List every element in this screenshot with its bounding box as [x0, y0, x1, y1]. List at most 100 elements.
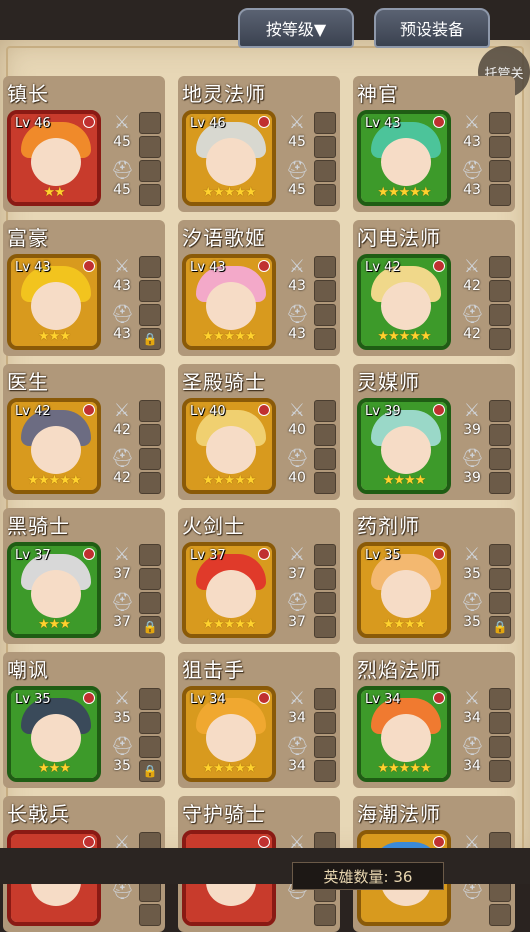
hero-portrait[interactable]: Lv 46 ★★★★★	[182, 110, 276, 206]
equipment-slot[interactable]	[314, 184, 336, 206]
equipment-slot[interactable]	[314, 160, 336, 182]
weapon-stat[interactable]: ⚔ 37	[284, 544, 310, 582]
equipment-slot[interactable]	[489, 592, 511, 614]
equipment-slot[interactable]	[139, 280, 161, 302]
weapon-stat[interactable]: ⚔ 45	[284, 112, 310, 150]
hero-portrait[interactable]: Lv 40 ★★★★★	[182, 398, 276, 494]
equipment-slot[interactable]	[489, 544, 511, 566]
equipment-slot[interactable]	[489, 280, 511, 302]
equipment-slot[interactable]	[314, 616, 336, 638]
armor-stat[interactable]: ⛑ 39	[459, 448, 485, 486]
hero-card[interactable]: 圣殿骑士 Lv 40 ★★★★★ ⚔ 40 ⛑ 40	[178, 364, 340, 500]
hero-card[interactable]: 火剑士 Lv 37 ★★★★★ ⚔ 37 ⛑ 37	[178, 508, 340, 644]
equipment-slot[interactable]	[489, 712, 511, 734]
equipment-slot[interactable]	[314, 400, 336, 422]
weapon-stat[interactable]: ⚔ 35	[109, 688, 135, 726]
hero-card[interactable]: 富豪 Lv 43 ★★★ ⚔ 43 ⛑ 43 🔒	[3, 220, 165, 356]
equipment-slot[interactable]	[314, 424, 336, 446]
weapon-stat[interactable]: ⚔ 37	[109, 544, 135, 582]
equipment-slot[interactable]	[314, 280, 336, 302]
equipment-slot[interactable]: 🔒	[489, 616, 511, 638]
equipment-slot[interactable]	[139, 400, 161, 422]
hero-card[interactable]: 闪电法师 Lv 42 ★★★★★ ⚔ 42 ⛑ 42	[353, 220, 515, 356]
armor-stat[interactable]: ⛑ 45	[109, 160, 135, 198]
weapon-stat[interactable]: ⚔ 42	[109, 400, 135, 438]
weapon-stat[interactable]: ⚔ 43	[284, 256, 310, 294]
armor-stat[interactable]: ⛑ 37	[284, 592, 310, 630]
hero-card[interactable]: 嘲讽 Lv 35 ★★★ ⚔ 35 ⛑ 35 🔒	[3, 652, 165, 788]
equipment-slot[interactable]	[489, 256, 511, 278]
equipment-slot[interactable]	[139, 112, 161, 134]
armor-stat[interactable]: ⛑ 43	[459, 160, 485, 198]
hero-portrait[interactable]: Lv 37 ★★★	[7, 542, 101, 638]
equipment-slot[interactable]	[489, 472, 511, 494]
hero-card[interactable]: 烈焰法师 Lv 34 ★★★★★ ⚔ 34 ⛑ 34	[353, 652, 515, 788]
equipment-slot[interactable]	[314, 112, 336, 134]
hero-card[interactable]: 镇长 Lv 46 ★★ ⚔ 45 ⛑ 45	[3, 76, 165, 212]
equipment-slot[interactable]	[314, 448, 336, 470]
equipment-slot[interactable]	[139, 544, 161, 566]
hero-portrait[interactable]: Lv 42 ★★★★★	[357, 254, 451, 350]
hero-portrait[interactable]: Lv 43 ★★★★★	[357, 110, 451, 206]
hero-portrait[interactable]: Lv 42 ★★★★★	[7, 398, 101, 494]
equipment-slot[interactable]	[139, 184, 161, 206]
hero-portrait[interactable]: Lv 34 ★★★★★	[182, 686, 276, 782]
armor-stat[interactable]: ⛑ 42	[109, 448, 135, 486]
equipment-slot[interactable]	[489, 904, 511, 926]
armor-stat[interactable]: ⛑ 45	[284, 160, 310, 198]
hero-card[interactable]: 黑骑士 Lv 37 ★★★ ⚔ 37 ⛑ 37 🔒	[3, 508, 165, 644]
equipment-slot[interactable]	[139, 160, 161, 182]
hero-card[interactable]: 狙击手 Lv 34 ★★★★★ ⚔ 34 ⛑ 34	[178, 652, 340, 788]
equipment-slot[interactable]	[139, 304, 161, 326]
equipment-slot[interactable]	[314, 136, 336, 158]
equipment-slot[interactable]: 🔒	[139, 328, 161, 350]
equipment-slot[interactable]	[314, 256, 336, 278]
hero-portrait[interactable]: Lv 35 ★★★★	[357, 542, 451, 638]
hero-portrait[interactable]: Lv 43 ★★★★★	[182, 254, 276, 350]
weapon-stat[interactable]: ⚔ 42	[459, 256, 485, 294]
equipment-slot[interactable]	[139, 136, 161, 158]
equipment-slot[interactable]	[489, 184, 511, 206]
armor-stat[interactable]: ⛑ 34	[459, 736, 485, 774]
equipment-slot[interactable]	[314, 712, 336, 734]
equipment-slot[interactable]	[314, 688, 336, 710]
armor-stat[interactable]: ⛑ 43	[109, 304, 135, 342]
equipment-slot[interactable]	[139, 424, 161, 446]
hero-portrait[interactable]: Lv 34 ★★★★★	[357, 686, 451, 782]
equipment-slot[interactable]	[489, 760, 511, 782]
weapon-stat[interactable]: ⚔ 34	[459, 688, 485, 726]
weapon-stat[interactable]: ⚔ 34	[284, 688, 310, 726]
equipment-slot[interactable]	[139, 904, 161, 926]
equipment-slot[interactable]	[489, 400, 511, 422]
armor-stat[interactable]: ⛑ 42	[459, 304, 485, 342]
sort-by-level-button[interactable]: 按等级▼	[238, 8, 354, 48]
equipment-slot[interactable]	[489, 112, 511, 134]
equipment-slot[interactable]	[489, 160, 511, 182]
equipment-slot[interactable]	[139, 256, 161, 278]
weapon-stat[interactable]: ⚔ 35	[459, 544, 485, 582]
armor-stat[interactable]: ⛑ 35	[459, 592, 485, 630]
equipment-slot[interactable]	[314, 328, 336, 350]
hero-portrait[interactable]: Lv 35 ★★★	[7, 686, 101, 782]
weapon-stat[interactable]: ⚔ 40	[284, 400, 310, 438]
equipment-slot[interactable]	[489, 568, 511, 590]
equipment-slot[interactable]	[489, 328, 511, 350]
hero-portrait[interactable]: Lv 39 ★★★★	[357, 398, 451, 494]
equipment-slot[interactable]	[314, 304, 336, 326]
equipment-slot[interactable]: 🔒	[139, 760, 161, 782]
hero-card[interactable]: 神官 Lv 43 ★★★★★ ⚔ 43 ⛑ 43	[353, 76, 515, 212]
equipment-slot[interactable]	[139, 448, 161, 470]
armor-stat[interactable]: ⛑ 35	[109, 736, 135, 774]
hero-card[interactable]: 地灵法师 Lv 46 ★★★★★ ⚔ 45 ⛑ 45	[178, 76, 340, 212]
equipment-slot[interactable]: 🔒	[139, 616, 161, 638]
equipment-slot[interactable]	[139, 592, 161, 614]
hero-portrait[interactable]: Lv 37 ★★★★★	[182, 542, 276, 638]
armor-stat[interactable]: ⛑ 34	[284, 736, 310, 774]
equipment-slot[interactable]	[489, 688, 511, 710]
equipment-slot[interactable]	[489, 424, 511, 446]
hero-card[interactable]: 汐语歌姬 Lv 43 ★★★★★ ⚔ 43 ⛑ 43	[178, 220, 340, 356]
equipment-slot[interactable]	[314, 472, 336, 494]
armor-stat[interactable]: ⛑ 40	[284, 448, 310, 486]
equipment-slot[interactable]	[314, 760, 336, 782]
equipment-slot[interactable]	[489, 304, 511, 326]
